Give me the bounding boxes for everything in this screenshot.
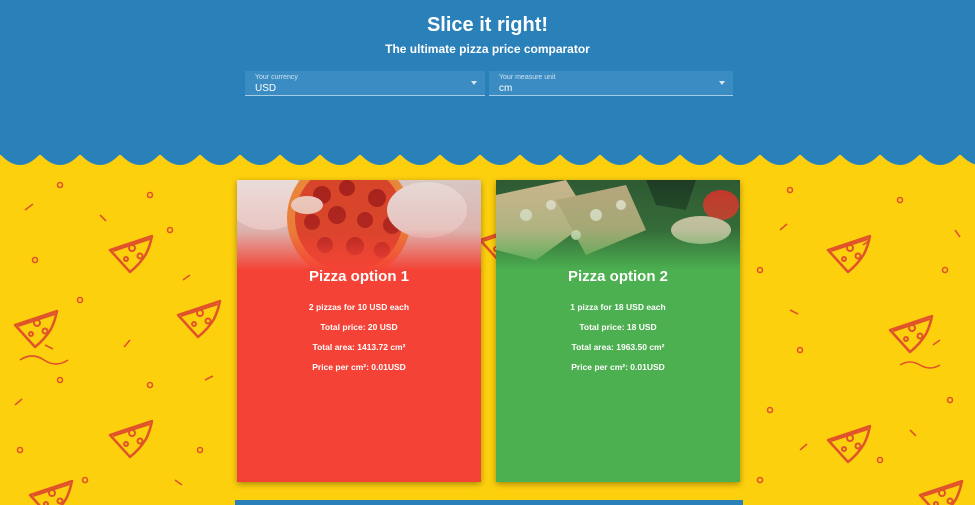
total-area: Total area: 1963.50 cm² (571, 342, 665, 352)
total-price: Total price: 20 USD (320, 322, 398, 332)
unit-select-label: Your measure unit (499, 74, 556, 81)
price-per-area: Price per cm²: 0.01USD (571, 362, 665, 372)
pepperoni-pizza-photo (237, 180, 481, 270)
pizza-option-card-1: Pizza option 1 2 pizzas for 10 USD each … (237, 180, 481, 482)
price-per-area: Price per cm²: 0.01USD (312, 362, 406, 372)
pizza-pattern-background (13, 181, 964, 505)
pizza-option-card-2: Pizza option 2 1 pizza for 18 USD each T… (496, 180, 740, 482)
pizza-slices-photo (496, 180, 740, 270)
currency-select[interactable]: Your currency USD (245, 71, 485, 96)
total-price: Total price: 18 USD (579, 322, 657, 332)
header: Slice it right! The ultimate pizza price… (0, 0, 975, 155)
unit-select[interactable]: Your measure unit cm (489, 71, 733, 96)
page-subtitle: The ultimate pizza price comparator (385, 42, 590, 56)
dropdown-arrow-icon (719, 81, 725, 85)
currency-select-label: Your currency (255, 74, 298, 81)
currency-select-value: USD (255, 83, 277, 94)
dropdown-arrow-icon (471, 81, 477, 85)
header-wave-edge (0, 150, 975, 165)
page-title: Slice it right! (426, 14, 549, 36)
option-title: Pizza option 1 (308, 268, 409, 285)
option-summary: 2 pizzas for 10 USD each (308, 302, 410, 312)
unit-select-value: cm (499, 83, 513, 94)
results-bar (235, 500, 743, 505)
option-title: Pizza option 2 (567, 268, 668, 285)
option-summary: 1 pizza for 18 USD each (570, 302, 666, 312)
total-area: Total area: 1413.72 cm² (312, 342, 406, 352)
